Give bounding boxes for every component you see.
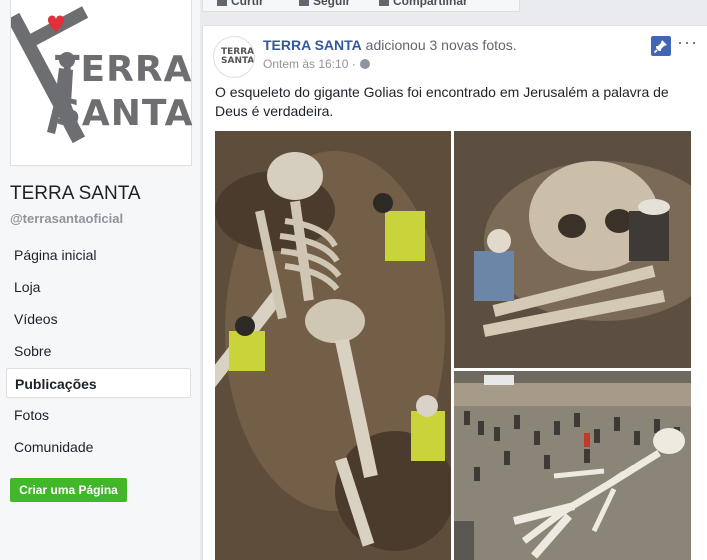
avatar-text-line2: SANTA xyxy=(221,56,255,66)
pin-button[interactable] xyxy=(651,36,671,56)
nav-item-posts[interactable]: Publicações xyxy=(6,368,191,398)
nav-item-photos[interactable]: Fotos xyxy=(6,400,191,430)
like-button[interactable]: Curtir xyxy=(217,0,264,8)
nav-item-home[interactable]: Página inicial xyxy=(6,240,191,270)
page-profile-picture[interactable]: TERRA SANTA xyxy=(10,0,194,166)
like-label: Curtir xyxy=(231,0,264,8)
page-actions-bar: Curtir Seguir Compartilhar xyxy=(202,0,520,12)
logo-text-terra: TERRA xyxy=(55,49,193,90)
post-text: O esqueleto do gigante Golias foi encont… xyxy=(215,84,669,119)
post-meta: Ontem às 16:10 · xyxy=(263,57,370,71)
nav-item-about[interactable]: Sobre xyxy=(6,336,191,366)
page-sidebar: TERRA SANTA TERRA SANTA @terrasantaofici… xyxy=(0,0,200,560)
avatar-logo: TERRA SANTA xyxy=(221,48,254,66)
avatar[interactable]: TERRA SANTA xyxy=(213,36,255,78)
post-photo-1[interactable] xyxy=(215,131,451,560)
post-card: TERRA SANTA TERRA SANTA adicionou 3 novas… xyxy=(202,25,707,560)
post-options-button[interactable]: ··· xyxy=(677,32,698,53)
skeleton-excavation-image xyxy=(215,131,451,560)
create-page-button[interactable]: Criar uma Página xyxy=(10,478,127,502)
post-action-text: adicionou 3 novas fotos. xyxy=(365,37,517,53)
logo-text-santa: SANTA xyxy=(55,93,194,134)
page-title[interactable]: TERRA SANTA xyxy=(10,183,141,205)
page-nav: Página inicial Loja Vídeos Sobre Publica… xyxy=(6,240,191,464)
skeleton-square-image xyxy=(454,371,691,560)
nav-item-shop[interactable]: Loja xyxy=(6,272,191,302)
post-header: TERRA SANTA adicionou 3 novas fotos. xyxy=(263,37,517,53)
post-photo-3[interactable] xyxy=(454,371,691,560)
like-icon xyxy=(217,0,227,6)
share-button[interactable]: Compartilhar xyxy=(379,0,468,8)
post-photo-2[interactable] xyxy=(454,131,691,368)
pin-icon xyxy=(653,40,667,54)
follow-icon xyxy=(299,0,309,6)
share-label: Compartilhar xyxy=(393,0,468,8)
giant-skull-image xyxy=(454,131,691,368)
share-icon xyxy=(379,0,389,6)
post-timestamp[interactable]: Ontem às 16:10 · xyxy=(263,57,356,71)
follow-button[interactable]: Seguir xyxy=(299,0,350,8)
follow-label: Seguir xyxy=(313,0,351,8)
page-handle[interactable]: @terrasantaoficial xyxy=(10,211,123,226)
post-author-link[interactable]: TERRA SANTA xyxy=(263,37,362,53)
nav-item-community[interactable]: Comunidade xyxy=(6,432,191,462)
nav-item-videos[interactable]: Vídeos xyxy=(6,304,191,334)
globe-icon xyxy=(359,59,370,69)
